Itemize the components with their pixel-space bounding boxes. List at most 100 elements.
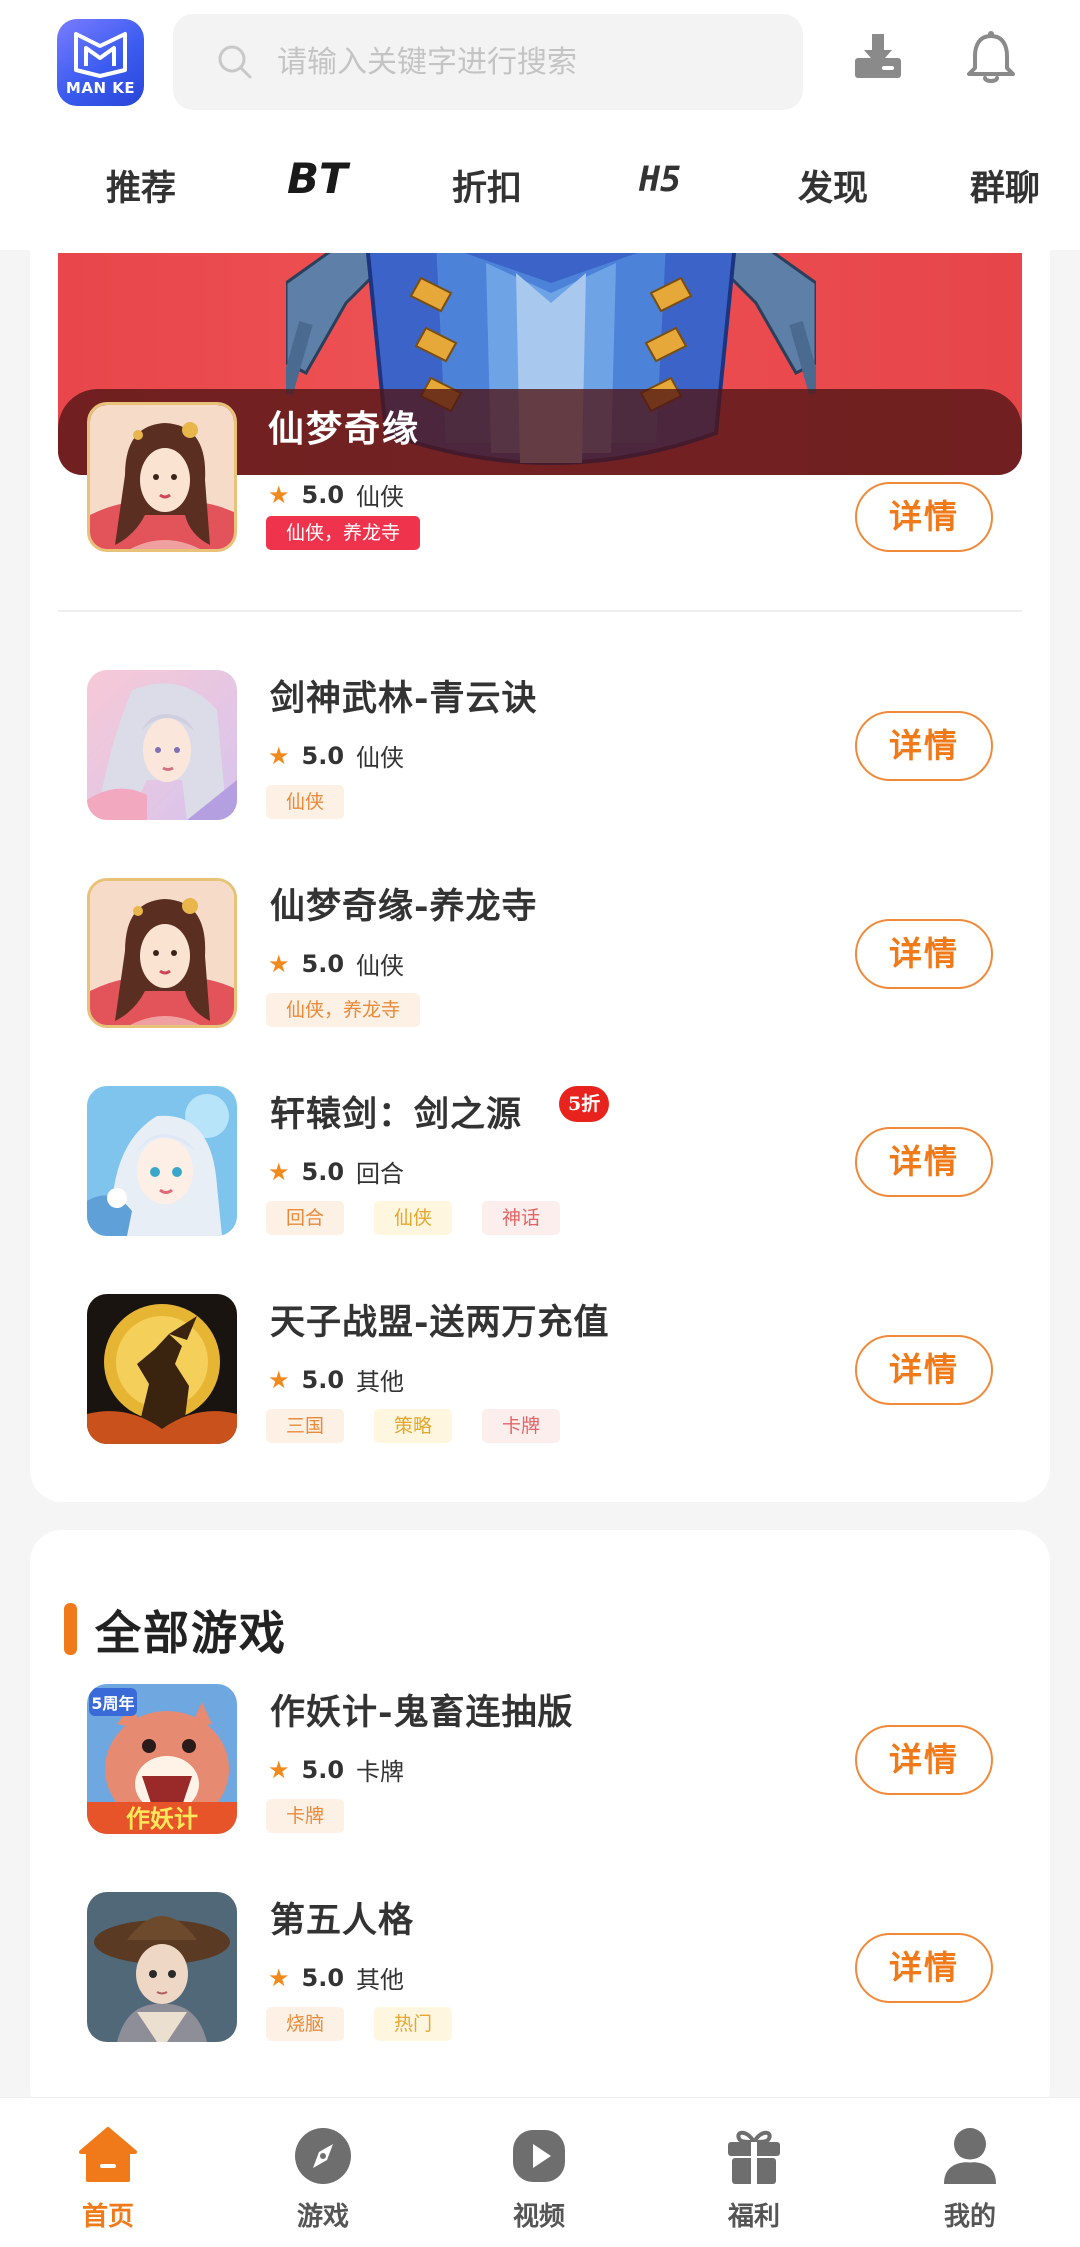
game-tag: 三国 — [266, 1409, 345, 1443]
game-rating: ★ 5.0 其他 — [268, 1960, 404, 1995]
app-header: MAN KE 推荐 BT 折扣 H5 发现 群聊 — [0, 0, 1080, 250]
detail-button[interactable]: 详情 — [855, 1933, 993, 2003]
game-tags: 仙侠 — [266, 785, 345, 819]
featured-rating: ★ 5.0 仙侠 — [268, 477, 404, 512]
game-rating: ★ 5.0 回合 — [268, 1154, 404, 1189]
game-tags: 仙侠，养龙寺 — [266, 993, 421, 1027]
icon-logo-text: 作妖计 — [126, 1804, 198, 1833]
tab-discover[interactable]: 发现 — [798, 160, 868, 211]
featured-game-icon[interactable] — [87, 402, 237, 552]
section-title: 全部游戏 — [95, 1606, 287, 1660]
game-icon-jianshen[interactable] — [87, 670, 237, 820]
game-icon-xuanyuan[interactable] — [87, 1086, 237, 1236]
game-tags: 三国 策略 卡牌 — [266, 1409, 561, 1443]
nav-label: 首页 — [81, 2202, 134, 2232]
anime-girl-portrait-icon — [87, 1086, 237, 1236]
game-icon-xianmeng[interactable] — [87, 878, 237, 1028]
game-tag: 热门 — [374, 2007, 453, 2041]
tab-discount[interactable]: 折扣 — [452, 160, 522, 211]
tab-bt[interactable]: BT — [287, 154, 348, 203]
search-bar[interactable] — [173, 14, 803, 110]
home-icon — [79, 2127, 137, 2182]
nav-label: 福利 — [727, 2202, 780, 2232]
game-tag: 神话 — [482, 1201, 561, 1235]
rating-category: 卡牌 — [356, 1758, 405, 1786]
game-rating: ★ 5.0 其他 — [268, 1362, 404, 1397]
category-tabs: 推荐 BT 折扣 H5 发现 群聊 — [0, 150, 1080, 230]
game-tag: 卡牌 — [266, 1799, 345, 1833]
star-icon: ★ — [268, 1157, 290, 1186]
rating-score: 5.0 — [301, 1157, 345, 1186]
game-icon-zuoyaoji[interactable]: 5周年 作妖计 — [87, 1684, 237, 1834]
game-tag: 卡牌 — [482, 1409, 561, 1443]
star-icon: ★ — [268, 949, 290, 978]
rating-score: 5.0 — [301, 1755, 345, 1784]
gift-icon — [728, 2130, 780, 2184]
featured-detail-button[interactable]: 详情 — [855, 482, 993, 552]
game-tag: 策略 — [374, 1409, 453, 1443]
nav-home[interactable]: 首页 — [28, 2098, 188, 2247]
game-icon-tianzi[interactable] — [87, 1294, 237, 1444]
swordswoman-portrait-icon — [87, 670, 237, 820]
star-icon: ★ — [268, 1365, 290, 1394]
game-rating: ★ 5.0 卡牌 — [268, 1752, 404, 1787]
featured-tags: 仙侠，养龙寺 — [266, 516, 421, 550]
rating-score: 5.0 — [301, 1365, 345, 1394]
pig-character-icon: 5周年 作妖计 — [87, 1684, 237, 1834]
nav-label: 游戏 — [296, 2202, 349, 2232]
nav-label: 视频 — [512, 2202, 565, 2232]
rating-category: 其他 — [356, 1966, 405, 1994]
rating-score: 5.0 — [301, 741, 345, 770]
game-tag: 仙侠 — [266, 785, 345, 819]
rating-category: 仙侠 — [356, 483, 405, 511]
search-input[interactable] — [277, 38, 777, 86]
game-title: 剑神武林-青云诀 — [270, 678, 538, 719]
nav-games[interactable]: 游戏 — [243, 2098, 403, 2247]
rating-score: 5.0 — [301, 1963, 345, 1992]
game-tag: 仙侠，养龙寺 — [266, 516, 421, 550]
app-logo[interactable]: MAN KE — [57, 19, 144, 106]
nav-videos[interactable]: 视频 — [459, 2098, 619, 2247]
logo-mark-icon — [74, 32, 127, 78]
detail-button[interactable]: 详情 — [855, 919, 993, 989]
star-icon: ★ — [268, 1963, 290, 1992]
rating-category: 仙侠 — [356, 952, 405, 980]
detail-button[interactable]: 详情 — [855, 1335, 993, 1405]
moon-warrior-icon — [87, 1294, 237, 1444]
game-tags: 卡牌 — [266, 1799, 345, 1833]
download-icon[interactable] — [852, 30, 904, 82]
game-tags: 回合 仙侠 神话 — [266, 1201, 561, 1235]
game-title: 作妖计-鬼畜连抽版 — [270, 1692, 574, 1733]
compass-icon — [295, 2128, 351, 2184]
rating-category: 回合 — [356, 1160, 405, 1188]
star-icon: ★ — [268, 741, 290, 770]
hat-girl-portrait-icon — [87, 1892, 237, 2042]
tab-h5[interactable]: H5 — [639, 160, 681, 200]
discount-badge: 5折 — [559, 1086, 610, 1122]
search-icon — [218, 45, 252, 79]
rating-category: 仙侠 — [356, 744, 405, 772]
game-title: 轩辕剑：剑之源 — [270, 1094, 523, 1135]
rating-score: 5.0 — [301, 480, 345, 509]
divider — [58, 610, 1022, 612]
featured-title: 仙梦奇缘 — [268, 408, 421, 450]
bottom-navigation: 首页 游戏 视频 福利 我的 — [0, 2097, 1080, 2247]
icon-badge-text: 5周年 — [91, 1694, 134, 1713]
star-icon: ★ — [268, 1755, 290, 1784]
detail-button[interactable]: 详情 — [855, 711, 993, 781]
game-icon-identity-v[interactable] — [87, 1892, 237, 2042]
nav-benefits[interactable]: 福利 — [674, 2098, 834, 2247]
game-tags: 烧脑 热门 — [266, 2007, 453, 2041]
rating-score: 5.0 — [301, 949, 345, 978]
user-icon — [944, 2128, 996, 2184]
game-tag: 仙侠 — [374, 1201, 453, 1235]
star-icon: ★ — [268, 480, 290, 509]
tab-recommend[interactable]: 推荐 — [106, 160, 176, 211]
detail-button[interactable]: 详情 — [855, 1127, 993, 1197]
tab-group-chat[interactable]: 群聊 — [970, 160, 1040, 211]
game-tag: 烧脑 — [266, 2007, 345, 2041]
bell-icon[interactable] — [965, 30, 1017, 86]
nav-profile[interactable]: 我的 — [890, 2098, 1050, 2247]
game-title: 天子战盟-送两万充值 — [270, 1302, 610, 1343]
detail-button[interactable]: 详情 — [855, 1725, 993, 1795]
